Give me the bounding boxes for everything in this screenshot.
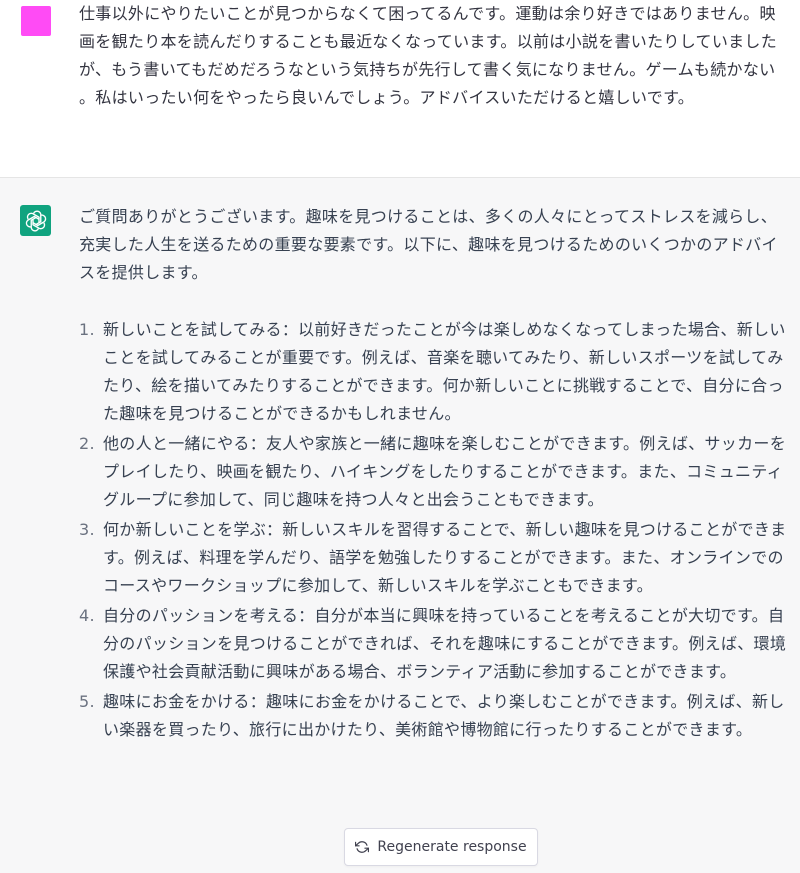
list-item: 3. 何か新しいことを学ぶ：新しいスキルを習得することで、新しい趣味を見つけるこ…: [79, 516, 791, 600]
list-item-number: 4.: [79, 606, 95, 625]
list-item-text: 他の人と一緒にやる：友人や家族と一緒に趣味を楽しむことができます。例えば、サッカ…: [103, 434, 787, 509]
list-item: 2. 他の人と一緒にやる：友人や家族と一緒に趣味を楽しむことができます。例えば、…: [79, 430, 791, 514]
assistant-message-turn: ご質問ありがとうございます。趣味を見つけることは、多くの人々にとってストレスを減…: [0, 178, 800, 873]
list-item-number: 2.: [79, 434, 95, 453]
user-message-turn: 仕事以外にやりたいことが見つからなくて困ってるんです。運動は余り好きではありませ…: [0, 0, 800, 178]
openai-logo-icon: [25, 209, 46, 232]
list-item: 1. 新しいことを試してみる：以前好きだったことが今は楽しめなくなってしまった場…: [79, 316, 791, 428]
list-item-text: 何か新しいことを学ぶ：新しいスキルを習得することで、新しい趣味を見つけることがで…: [103, 520, 787, 595]
list-item-text: 新しいことを試してみる：以前好きだったことが今は楽しめなくなってしまった場合、新…: [103, 320, 786, 423]
list-item: 4. 自分のパッションを考える：自分が本当に興味を持っていることを考えることが大…: [79, 602, 791, 686]
regenerate-response-button[interactable]: Regenerate response: [344, 828, 538, 866]
user-avatar: [21, 6, 51, 36]
list-item-number: 3.: [79, 520, 95, 539]
advice-list: 1. 新しいことを試してみる：以前好きだったことが今は楽しめなくなってしまった場…: [79, 316, 791, 746]
user-message-text: 仕事以外にやりたいことが見つからなくて困ってるんです。運動は余り好きではありませ…: [79, 4, 778, 107]
list-item-number: 1.: [79, 320, 95, 339]
refresh-icon: [355, 841, 370, 853]
list-item-text: 自分のパッションを考える：自分が本当に興味を持っていることを考えることが大切です…: [103, 606, 787, 681]
list-item-number: 5.: [79, 692, 95, 711]
assistant-avatar: [20, 205, 51, 236]
assistant-intro-text: ご質問ありがとうございます。趣味を見つけることは、多くの人々にとってストレスを減…: [79, 207, 778, 282]
regenerate-label: Regenerate response: [377, 839, 527, 855]
list-item: 5. 趣味にお金をかける：趣味にお金をかけることで、より楽しむことができます。例…: [79, 688, 791, 744]
list-item-text: 趣味にお金をかける：趣味にお金をかけることで、より楽しむことができます。例えば、…: [103, 692, 785, 739]
